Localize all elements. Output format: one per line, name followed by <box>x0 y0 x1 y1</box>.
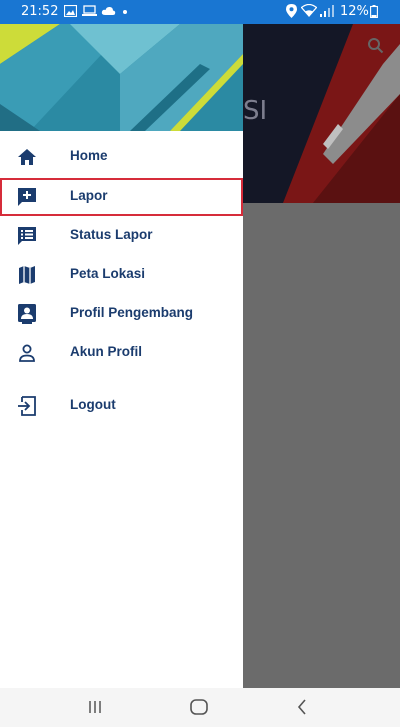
menu-item-logout[interactable]: Logout <box>0 387 243 425</box>
menu-item-label: Peta Lokasi <box>70 266 146 281</box>
contact-card-icon <box>18 304 36 324</box>
status-bar: 21:52 12% <box>0 0 400 24</box>
laptop-notification-icon <box>82 5 97 16</box>
background-app-content: SI <box>243 24 400 688</box>
search-icon[interactable] <box>367 37 384 54</box>
battery-percentage: 12% <box>340 4 369 19</box>
status-time: 21:52 <box>21 4 59 19</box>
home-button-icon[interactable] <box>190 699 208 715</box>
back-icon[interactable] <box>297 699 307 715</box>
menu-item-label: Akun Profil <box>70 344 143 359</box>
image-notification-icon <box>64 5 77 17</box>
location-icon <box>286 4 297 18</box>
dot-notification-icon <box>123 10 127 14</box>
battery-icon <box>370 5 378 18</box>
menu-item-label: Status Lapor <box>70 227 153 242</box>
navigation-drawer: Home Lapor Status Lapor Peta Lokasi Prof… <box>0 24 243 688</box>
background-title-fragment: SI <box>243 96 268 126</box>
signal-icon <box>320 5 334 17</box>
menu-item-home[interactable]: Home <box>0 138 243 176</box>
menu-item-status-lapor[interactable]: Status Lapor <box>0 217 243 255</box>
recents-icon[interactable] <box>88 700 102 714</box>
menu-item-label: Logout <box>70 397 116 412</box>
menu-item-lapor[interactable]: Lapor <box>0 178 243 216</box>
wifi-icon <box>301 4 317 17</box>
person-icon <box>19 344 35 362</box>
background-banner: SI <box>243 24 400 203</box>
menu-item-peta-lokasi[interactable]: Peta Lokasi <box>0 256 243 294</box>
add-comment-icon <box>18 188 36 206</box>
cloud-notification-icon <box>101 6 116 15</box>
menu-item-label: Profil Pengembang <box>70 305 194 320</box>
menu-item-akun-profil[interactable]: Akun Profil <box>0 334 243 372</box>
drawer-header-image <box>0 24 243 131</box>
menu-item-label: Home <box>70 148 108 163</box>
system-navigation-bar <box>0 688 400 727</box>
logout-icon <box>18 396 36 416</box>
map-icon <box>19 266 35 284</box>
menu-item-label: Lapor <box>70 188 108 203</box>
menu-item-profil-pengembang[interactable]: Profil Pengembang <box>0 295 243 333</box>
home-icon <box>18 149 36 165</box>
list-alt-icon <box>18 227 36 245</box>
